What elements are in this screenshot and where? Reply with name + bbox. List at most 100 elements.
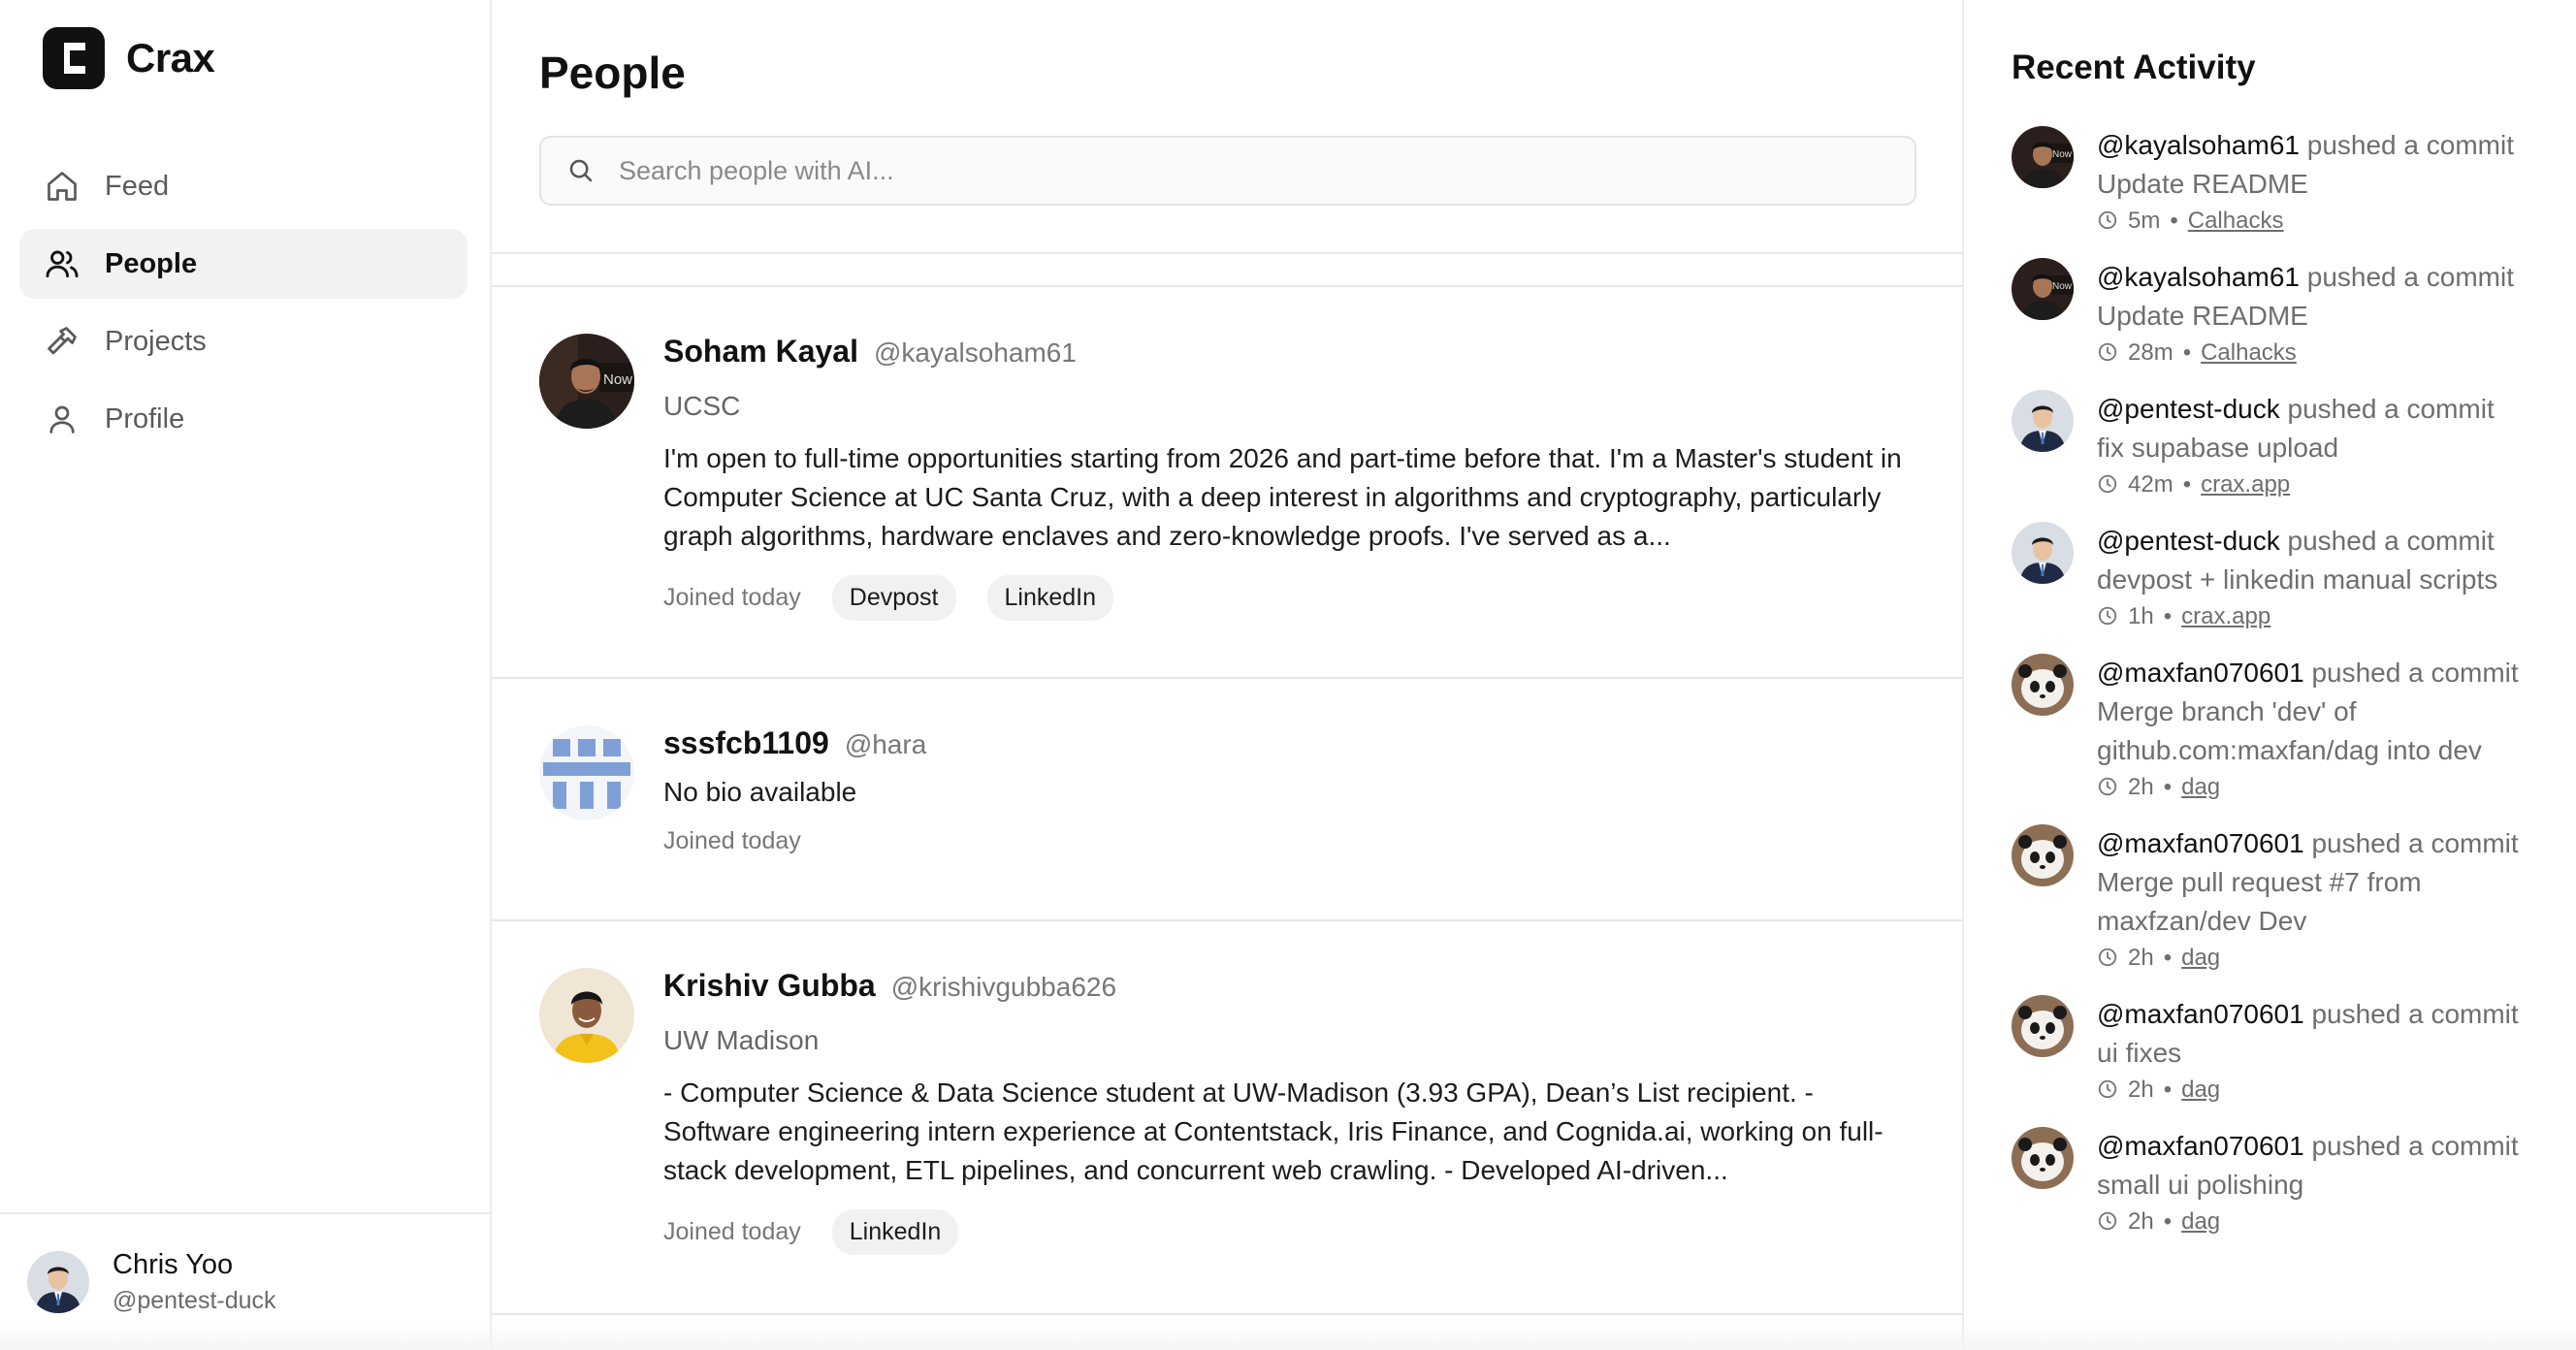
activity-item[interactable]: @maxfan070601 pushed a commit Merge branc… <box>2012 654 2564 801</box>
current-user-card[interactable]: Chris Yoo @pentest-duck <box>0 1212 490 1350</box>
activity-action: pushed a commit <box>2287 394 2495 424</box>
linkedin-link[interactable]: LinkedIn <box>986 575 1114 621</box>
person-joined: Joined today <box>663 1218 801 1245</box>
repo-link[interactable]: Calhacks <box>2201 339 2297 367</box>
activity-item[interactable]: @maxfan070601 pushed a commit Merge pull … <box>2012 824 2564 972</box>
activity-item[interactable]: Now @kayalsoham61 pushed a commit Update R… <box>2012 126 2564 235</box>
repo-link[interactable]: crax.app <box>2181 603 2270 630</box>
sidebar-item-label: People <box>105 247 198 279</box>
people-main: People Now Soham Ka <box>492 0 1964 1350</box>
activity-user[interactable]: @kayalsoham61 <box>2097 130 2300 160</box>
sidebar-nav: Feed People Projects Profile <box>19 151 467 462</box>
person-school: UCSC <box>663 391 741 421</box>
linkedin-link[interactable]: LinkedIn <box>831 1209 959 1255</box>
repo-link[interactable]: dag <box>2181 774 2220 801</box>
sidebar-item-feed[interactable]: Feed <box>19 151 467 221</box>
person-school: UW Madison <box>663 1025 820 1055</box>
person-bio: I'm open to full-time opportunities star… <box>663 443 1902 551</box>
activity-action: pushed a commit <box>2306 130 2514 160</box>
repo-link[interactable]: dag <box>2181 1208 2220 1236</box>
avatar <box>27 1251 89 1313</box>
avatar <box>539 968 634 1063</box>
commit-message: fix supabase upload <box>2097 433 2339 463</box>
sidebar-item-projects[interactable]: Projects <box>19 306 467 376</box>
activity-line: @kayalsoham61 pushed a commit <box>2097 258 2564 297</box>
search-input[interactable] <box>619 155 1880 186</box>
activity-time: 1h <box>2128 603 2154 629</box>
sidebar-item-people[interactable]: People <box>19 229 467 299</box>
commit-message: Merge branch 'dev' of github.com:maxfan/… <box>2097 696 2482 765</box>
sidebar-item-profile[interactable]: Profile <box>19 384 467 454</box>
separator-dot: • <box>2163 1077 2173 1103</box>
current-user-handle: @pentest-duck <box>113 1287 276 1314</box>
activity-item[interactable]: @maxfan070601 pushed a commit small ui po… <box>2012 1127 2564 1236</box>
activity-line: @pentest-duck pushed a commit <box>2097 390 2564 429</box>
activity-user[interactable]: @kayalsoham61 <box>2097 262 2300 292</box>
people-list: Now Soham Kayal @kayalsoham61 UCSC I'm o… <box>492 285 1962 1315</box>
repo-link[interactable]: Calhacks <box>2188 208 2284 235</box>
person-card[interactable]: Now Soham Kayal @kayalsoham61 UCSC I'm o… <box>492 285 1962 679</box>
person-name[interactable]: Soham Kayal <box>663 334 858 370</box>
activity-meta: 28m • Calhacks <box>2097 339 2564 367</box>
activity-line: @maxfan070601 pushed a commit <box>2097 995 2564 1034</box>
page-title: People <box>539 48 686 98</box>
hammer-icon <box>43 322 81 361</box>
activity-time: 2h <box>2128 1077 2154 1103</box>
activity-user[interactable]: @maxfan070601 <box>2097 658 2304 688</box>
person-handle: @kayalsoham61 <box>873 338 1077 368</box>
avatar <box>2012 390 2074 452</box>
activity-action: pushed a commit <box>2311 828 2519 858</box>
activity-user[interactable]: @pentest-duck <box>2097 394 2280 424</box>
divider <box>492 252 1962 254</box>
commit-message: Update README <box>2097 169 2308 199</box>
devpost-link[interactable]: Devpost <box>831 575 956 621</box>
repo-link[interactable]: dag <box>2181 1077 2220 1104</box>
person-card[interactable]: sssfcb1109 @hara No bio available Joined… <box>492 679 1962 921</box>
activity-line: @maxfan070601 pushed a commit <box>2097 654 2564 692</box>
activity-user[interactable]: @maxfan070601 <box>2097 828 2304 858</box>
person-name[interactable]: Krishiv Gubba <box>663 968 876 1004</box>
activity-item[interactable]: @pentest-duck pushed a commit devpost + l… <box>2012 522 2564 630</box>
activity-time: 2h <box>2128 945 2154 971</box>
avatar: Now <box>539 334 634 429</box>
search-bar[interactable] <box>539 136 1916 206</box>
person-name[interactable]: sssfcb1109 <box>663 725 829 761</box>
activity-action: pushed a commit <box>2311 999 2519 1029</box>
activity-time: 2h <box>2128 774 2154 800</box>
activity-action: pushed a commit <box>2311 1131 2519 1161</box>
clock-icon <box>2097 947 2120 970</box>
activity-item[interactable]: Now @kayalsoham61 pushed a commit Update R… <box>2012 258 2564 367</box>
activity-meta: 2h • dag <box>2097 1077 2564 1104</box>
activity-user[interactable]: @pentest-duck <box>2097 526 2280 556</box>
person-joined: Joined today <box>663 827 801 854</box>
separator-dot: • <box>2163 1208 2173 1235</box>
activity-action: pushed a commit <box>2287 526 2495 556</box>
separator-dot: • <box>2182 471 2192 498</box>
crax-logo-icon <box>43 27 105 89</box>
activity-time: 42m <box>2128 471 2174 498</box>
activity-user[interactable]: @maxfan070601 <box>2097 999 2304 1029</box>
clock-icon <box>2097 776 2120 799</box>
person-handle: @hara <box>844 729 927 759</box>
home-icon <box>43 167 81 206</box>
activity-item[interactable]: @pentest-duck pushed a commit fix supabas… <box>2012 390 2564 498</box>
repo-link[interactable]: crax.app <box>2201 471 2290 498</box>
separator-dot: • <box>2182 339 2192 366</box>
repo-link[interactable]: dag <box>2181 945 2220 972</box>
activity-time: 5m <box>2128 208 2161 234</box>
sidebar: Crax Feed People Projects Profile Chris … <box>0 0 492 1350</box>
activity-line: @maxfan070601 pushed a commit <box>2097 1127 2564 1166</box>
commit-message: small ui polishing <box>2097 1170 2304 1200</box>
sidebar-item-label: Feed <box>105 170 170 202</box>
person-card[interactable]: Krishiv Gubba @krishivgubba626 UW Madiso… <box>492 921 1962 1315</box>
avatar <box>2012 824 2074 886</box>
clock-icon <box>2097 209 2120 233</box>
activity-user[interactable]: @maxfan070601 <box>2097 1131 2304 1161</box>
brand[interactable]: Crax <box>43 27 215 89</box>
current-user-name: Chris Yoo <box>113 1249 234 1280</box>
commit-message: ui fixes <box>2097 1038 2182 1068</box>
app-name: Crax <box>126 35 215 80</box>
avatar <box>2012 522 2074 584</box>
activity-item[interactable]: @maxfan070601 pushed a commit ui fixes 2h •… <box>2012 995 2564 1104</box>
svg-text:Now: Now <box>603 371 632 388</box>
